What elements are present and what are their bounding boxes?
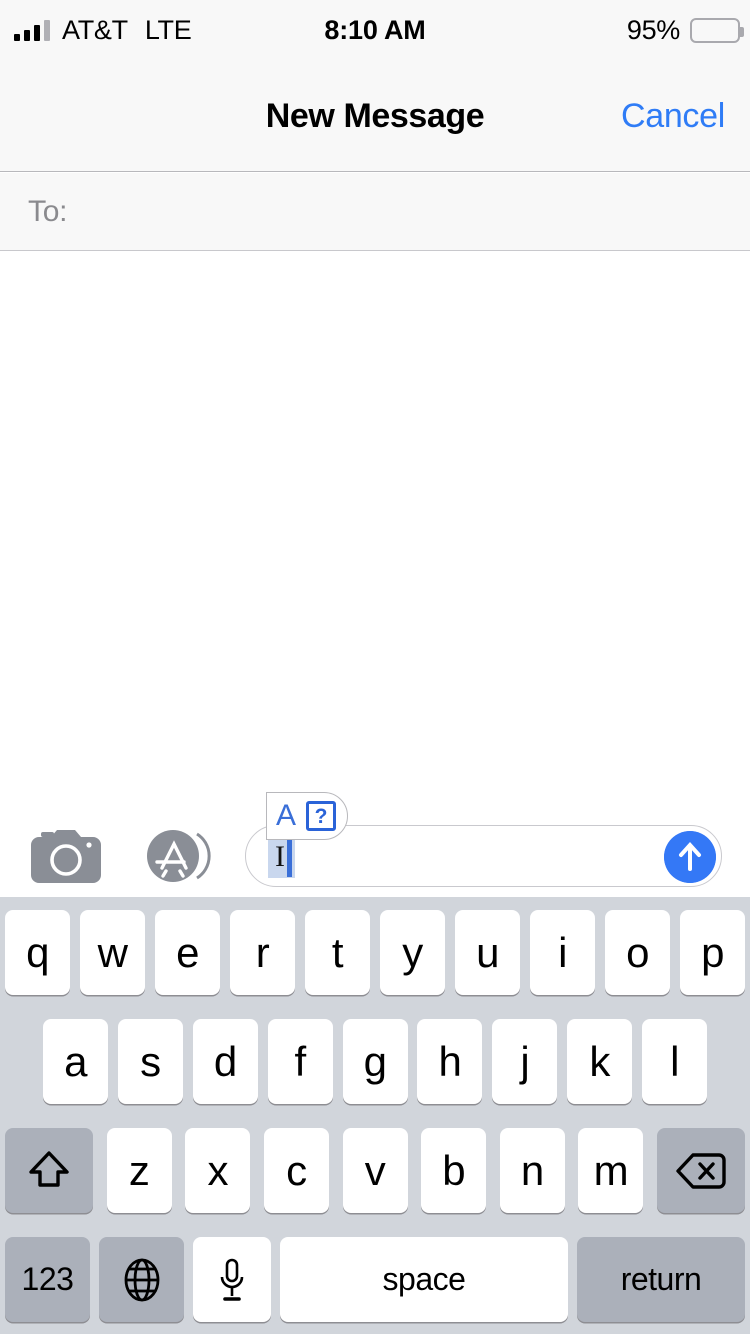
keyboard-row-1: q w e r t y u i o p [0, 910, 750, 995]
key-z[interactable]: z [106, 1128, 172, 1213]
backspace-delete-icon [676, 1152, 726, 1189]
keyboard-row-2: a s d f g h j k l [0, 1019, 750, 1104]
key-v[interactable]: v [342, 1128, 408, 1213]
key-m[interactable]: m [578, 1128, 644, 1213]
key-w[interactable]: w [80, 910, 145, 995]
key-t[interactable]: t [305, 910, 370, 995]
key-y[interactable]: y [380, 910, 445, 995]
app-store-icon[interactable] [137, 828, 221, 884]
key-d[interactable]: d [192, 1019, 258, 1104]
key-g[interactable]: g [342, 1019, 408, 1104]
battery-icon [690, 17, 744, 43]
message-input-toolbar: I [0, 815, 750, 897]
on-screen-keyboard: q w e r t y u i o p a s d f g h j k l z … [0, 897, 750, 1334]
missing-glyph-icon: ? [306, 801, 337, 831]
status-bar: AT&T LTE 8:10 AM 95% [0, 0, 750, 60]
key-f[interactable]: f [267, 1019, 333, 1104]
globe-key[interactable] [99, 1237, 184, 1322]
key-u[interactable]: u [455, 910, 520, 995]
shift-arrow-icon [29, 1150, 69, 1187]
key-p[interactable]: p [680, 910, 745, 995]
battery-percent-label: 95% [626, 14, 680, 45]
navigation-bar: New Message Cancel [0, 60, 750, 172]
status-bar-right: 95% [626, 0, 744, 60]
microphone-icon [220, 1258, 244, 1301]
key-c[interactable]: c [263, 1128, 329, 1213]
key-s[interactable]: s [117, 1019, 183, 1104]
send-button[interactable] [664, 831, 716, 883]
recipient-to-label: To: [28, 194, 68, 228]
key-j[interactable]: j [492, 1019, 558, 1104]
key-a[interactable]: a [43, 1019, 108, 1104]
keyboard-row-4: 123 space return [0, 1237, 750, 1322]
key-n[interactable]: n [499, 1128, 565, 1213]
camera-icon[interactable] [31, 829, 101, 883]
text-magnifier-loupe: A ? [266, 792, 348, 840]
key-l[interactable]: l [642, 1019, 707, 1104]
keyboard-row-3: z x c v b n m [0, 1128, 750, 1213]
loupe-letter: A [276, 799, 297, 832]
space-key[interactable]: space [280, 1237, 568, 1322]
recipient-row[interactable]: To: [0, 173, 750, 251]
numeric-key[interactable]: 123 [5, 1237, 90, 1322]
message-input-value: I [275, 840, 285, 873]
cancel-button[interactable]: Cancel [621, 60, 725, 172]
conversation-canvas [0, 252, 750, 897]
key-h[interactable]: h [417, 1019, 483, 1104]
text-caret [287, 837, 292, 877]
shift-key[interactable] [5, 1128, 93, 1213]
key-i[interactable]: i [530, 910, 595, 995]
dictation-key[interactable] [193, 1237, 271, 1322]
key-q[interactable]: q [5, 910, 70, 995]
key-k[interactable]: k [567, 1019, 633, 1104]
key-b[interactable]: b [421, 1128, 487, 1213]
return-key[interactable]: return [577, 1237, 745, 1322]
iphone-screen: AT&T LTE 8:10 AM 95% New Message Cancel … [0, 0, 750, 1334]
globe-language-icon [124, 1258, 159, 1301]
key-x[interactable]: x [185, 1128, 251, 1213]
key-e[interactable]: e [155, 910, 220, 995]
key-o[interactable]: o [605, 910, 670, 995]
backspace-key[interactable] [657, 1128, 745, 1213]
key-r[interactable]: r [230, 910, 295, 995]
text-selection-highlight: I [268, 836, 295, 878]
